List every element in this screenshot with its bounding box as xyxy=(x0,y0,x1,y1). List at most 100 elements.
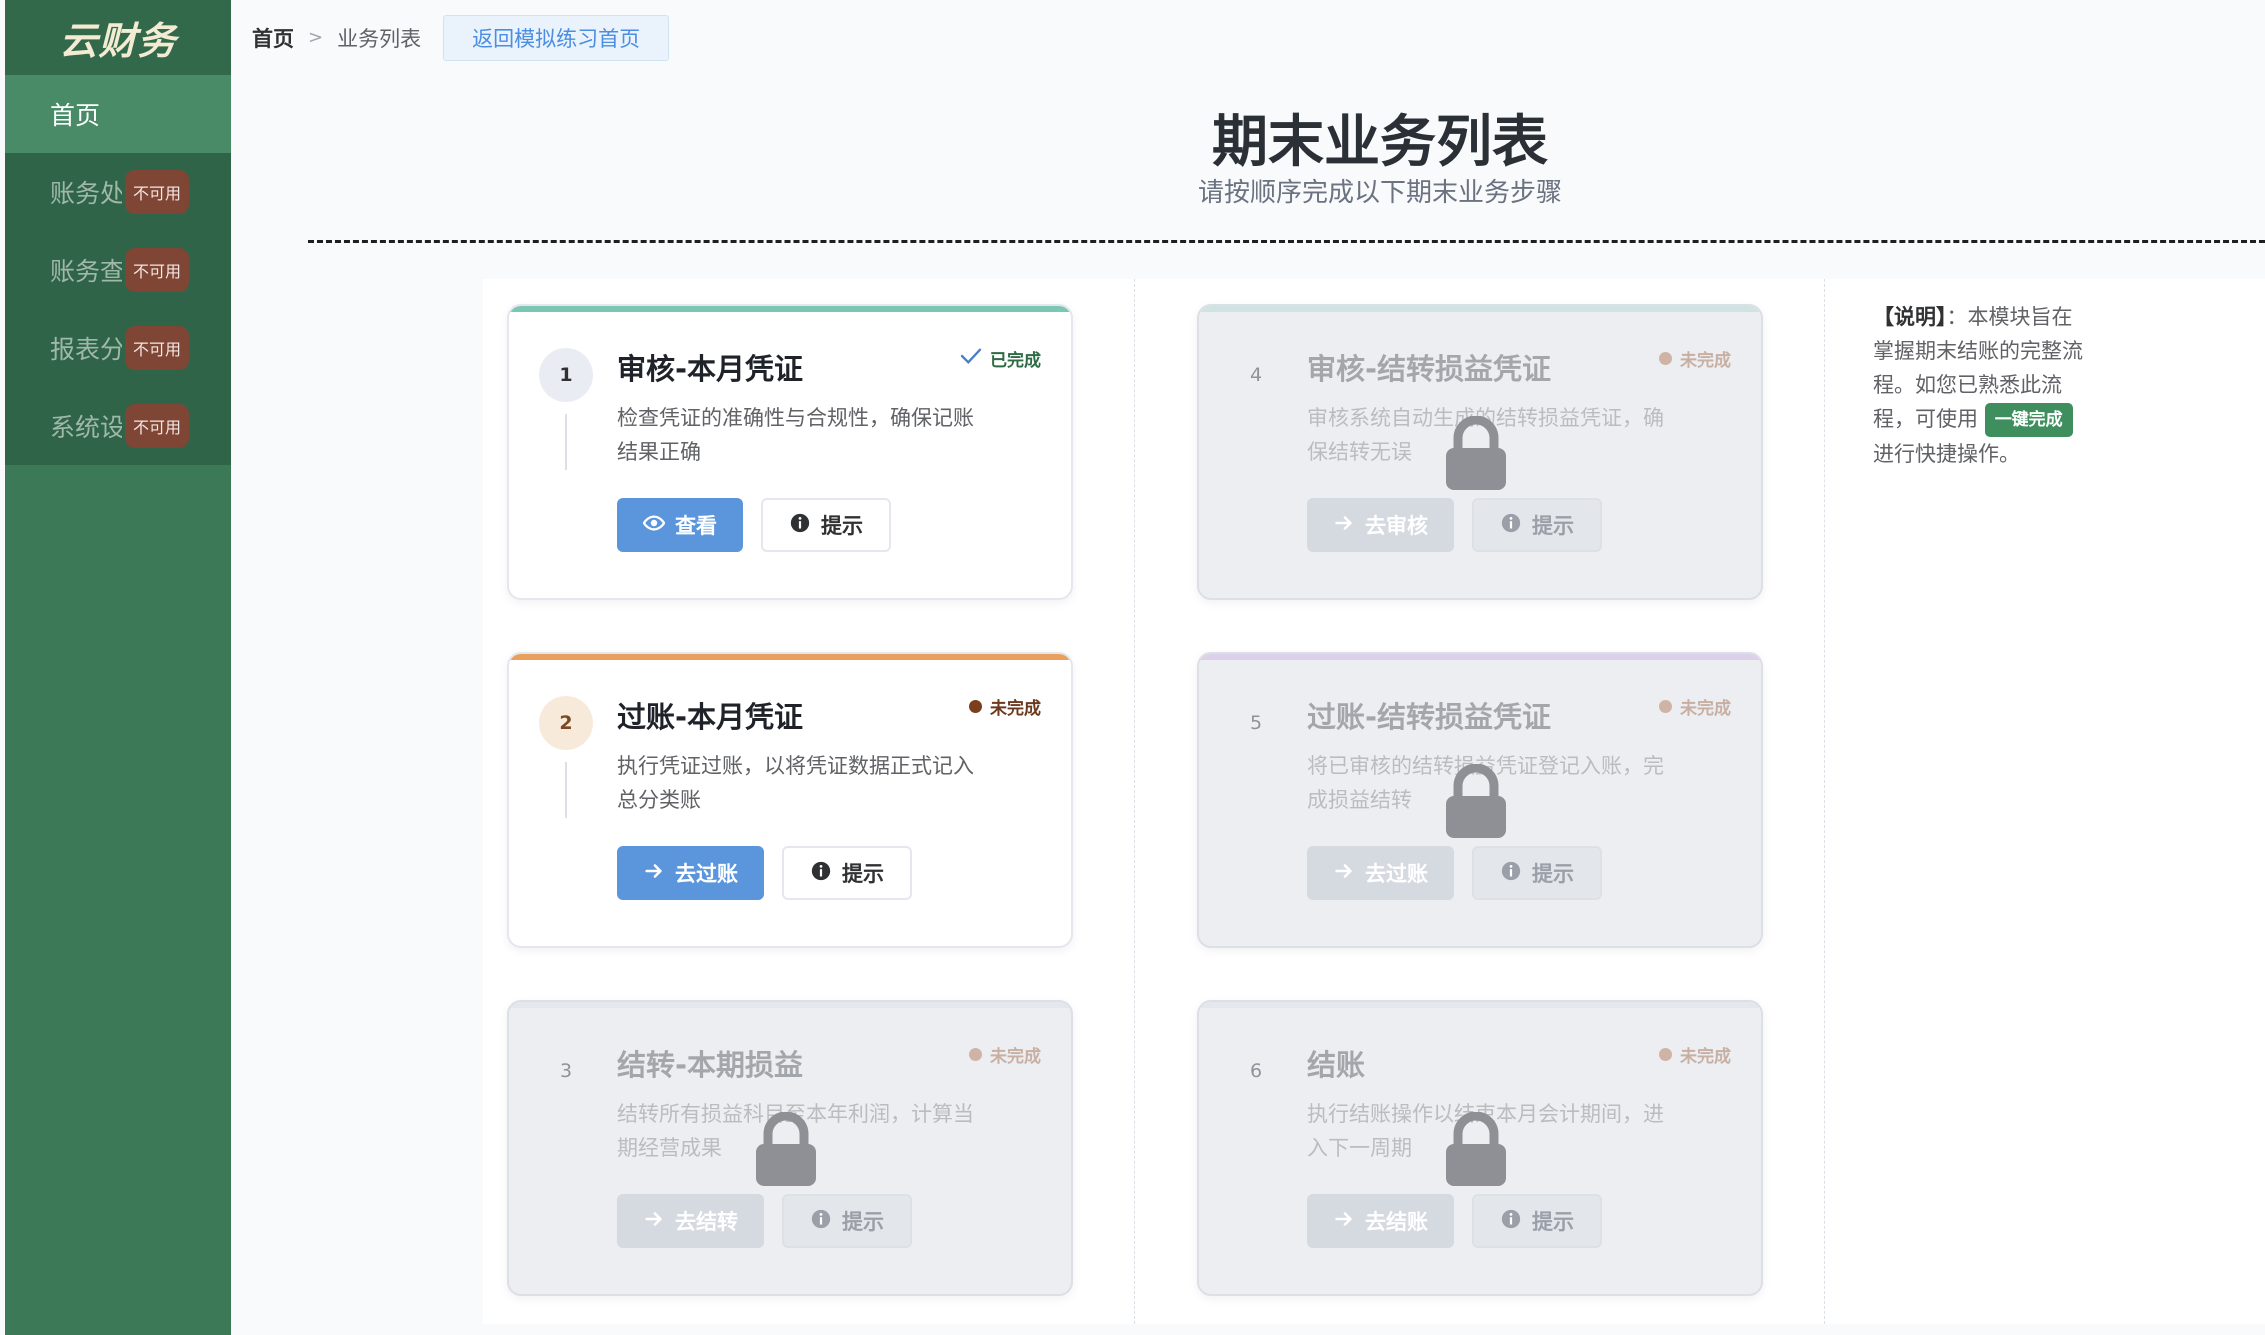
note-text-end: 进行快捷操作。 xyxy=(1873,442,2020,466)
card-action-button: 去过账 xyxy=(1307,846,1454,900)
breadcrumb-current: 业务列表 xyxy=(337,26,422,51)
card-action-button: 去结账 xyxy=(1307,1194,1454,1248)
status-dot-icon xyxy=(1659,1048,1672,1061)
status-text: 已完成 xyxy=(990,351,1041,371)
step-number: 4 xyxy=(1249,364,1263,386)
breadcrumb-home[interactable]: 首页 xyxy=(252,23,294,53)
button-label: 提示 xyxy=(821,514,863,538)
status-badge: 未完成 xyxy=(1659,694,1731,719)
info-icon xyxy=(789,512,811,539)
card-title: 过账-结转损益凭证 xyxy=(1307,700,1552,734)
card-action-button[interactable]: 去过账 xyxy=(617,846,764,900)
breadcrumb: 首页 > 业务列表 返回模拟练习首页 xyxy=(231,0,2265,75)
card-accent-line xyxy=(1199,1002,1761,1008)
button-label: 去结账 xyxy=(1365,1210,1428,1234)
status-text: 未完成 xyxy=(1680,1047,1731,1067)
sidebar-item-home[interactable]: 首页 xyxy=(5,75,231,153)
step-number: 2 xyxy=(539,696,593,750)
button-label: 去过账 xyxy=(1365,862,1428,886)
sidebar-item-reports[interactable]: 报表分析不可用 xyxy=(5,309,231,387)
sidebar-item-accounting[interactable]: 账务处理不可用 xyxy=(5,153,231,231)
unavailable-badge: 不可用 xyxy=(125,248,190,292)
sidebar-menu: 首页 账务处理不可用 账务查询不可用 报表分析不可用 系统设置不可用 xyxy=(5,75,231,465)
status-badge: 未完成 xyxy=(1659,1042,1731,1067)
hint-button: 提示 xyxy=(1472,498,1602,552)
lock-icon xyxy=(1444,415,1508,490)
card-accent-line xyxy=(509,306,1071,312)
card-accent-line xyxy=(1199,306,1761,312)
info-icon xyxy=(1500,1208,1522,1235)
back-to-practice-home-button[interactable]: 返回模拟练习首页 xyxy=(443,14,670,61)
app-logo[interactable]: 云财务 xyxy=(5,0,231,75)
step-connector xyxy=(565,414,567,470)
task-card: 2 过账-本月凭证执行凭证过账，以将凭证数据正式记入总分类账 未完成去过账 提示 xyxy=(507,652,1073,948)
card-description: 检查凭证的准确性与合规性，确保记账结果正确 xyxy=(617,406,974,464)
status-dot-icon xyxy=(969,1048,982,1061)
hint-button: 提示 xyxy=(1472,1194,1602,1248)
button-label: 提示 xyxy=(842,862,884,886)
card-action-button: 去结转 xyxy=(617,1194,764,1248)
arrow-right-icon xyxy=(643,860,665,887)
status-text: 未完成 xyxy=(990,1047,1041,1067)
sidebar-item-settings[interactable]: 系统设置不可用 xyxy=(5,387,231,465)
card-action-button: 去审核 xyxy=(1307,498,1454,552)
info-icon xyxy=(1500,860,1522,887)
step-number: 3 xyxy=(559,1060,573,1082)
chevron-right-icon: > xyxy=(308,27,324,48)
info-icon xyxy=(1500,512,1522,539)
status-dot-icon xyxy=(969,700,982,713)
logo-text: 云财务 xyxy=(59,19,177,63)
card-accent-line xyxy=(1199,654,1761,660)
info-icon xyxy=(810,1208,832,1235)
status-text: 未完成 xyxy=(1680,699,1731,719)
arrow-right-icon xyxy=(1333,860,1355,887)
unavailable-badge: 不可用 xyxy=(125,326,190,370)
arrow-right-icon xyxy=(1333,1208,1355,1235)
status-text: 未完成 xyxy=(1680,351,1731,371)
unavailable-badge: 不可用 xyxy=(125,404,190,448)
status-badge: 未完成 xyxy=(969,1042,1041,1067)
instructions-note: 【说明】：本模块旨在掌握期末结账的完整流程。如您已熟悉此流程，可使用 一键完成 … xyxy=(1873,300,2093,471)
lock-icon xyxy=(1444,1111,1508,1186)
arrow-right-icon xyxy=(643,1208,665,1235)
note-label: 【说明】 xyxy=(1873,305,1947,329)
task-card: 3 结转-本期损益 结转所有损益科目至本年利润，计算当期经营成果 未完成 去结转 提示 xyxy=(507,1000,1073,1296)
step-connector xyxy=(565,762,567,818)
unavailable-badge: 不可用 xyxy=(125,170,190,214)
sidebar-item-query[interactable]: 账务查询不可用 xyxy=(5,231,231,309)
info-icon xyxy=(810,860,832,887)
button-label: 提示 xyxy=(1532,862,1574,886)
button-label: 提示 xyxy=(1532,1210,1574,1234)
hint-button[interactable]: 提示 xyxy=(782,846,912,900)
hint-button[interactable]: 提示 xyxy=(761,498,891,552)
step-number: 5 xyxy=(1249,712,1263,734)
button-label: 去结转 xyxy=(675,1210,738,1234)
status-dot-icon xyxy=(1659,700,1672,713)
task-card: 1 审核-本月凭证 检查凭证的准确性与合规性，确保记账结果正确 已完成 查看 提示 xyxy=(507,304,1073,600)
button-label: 查看 xyxy=(675,514,717,538)
sidebar-item-label: 首页 xyxy=(50,101,101,130)
one-click-complete-button[interactable]: 一键完成 xyxy=(1984,403,2073,437)
button-label: 去审核 xyxy=(1365,514,1428,538)
step-number: 1 xyxy=(539,348,593,402)
status-badge: 未完成 xyxy=(969,694,1041,719)
sidebar-item-label: 报表分析 xyxy=(50,335,122,364)
status-dot-icon xyxy=(1659,352,1672,365)
card-title: 审核-结转损益凭证 xyxy=(1307,352,1552,386)
arrow-right-icon xyxy=(1333,512,1355,539)
card-description: 执行凭证过账，以将凭证数据正式记入总分类账 xyxy=(617,754,974,812)
note-colon: ： xyxy=(1946,305,1968,329)
button-label: 提示 xyxy=(842,1210,884,1234)
status-text: 未完成 xyxy=(990,699,1041,719)
sidebar: 云财务 首页 账务处理不可用 账务查询不可用 报表分析不可用 系统设置不可用 xyxy=(5,0,231,1335)
card-accent-line xyxy=(509,1002,1071,1008)
card-title: 过账-本月凭证 xyxy=(617,700,804,734)
card-action-button[interactable]: 查看 xyxy=(617,498,743,552)
task-card: 4 审核-结转损益凭证 审核系统自动生成的结转损益凭证，确保结转无误 未完成 去审核 提示 xyxy=(1197,304,1763,600)
sidebar-item-label: 系统设置 xyxy=(50,413,122,442)
card-accent-line xyxy=(509,654,1071,660)
status-badge: 未完成 xyxy=(1659,346,1731,371)
page-title: 期末业务列表 xyxy=(1212,110,1548,175)
hint-button: 提示 xyxy=(782,1194,912,1248)
lock-icon xyxy=(1444,763,1508,838)
